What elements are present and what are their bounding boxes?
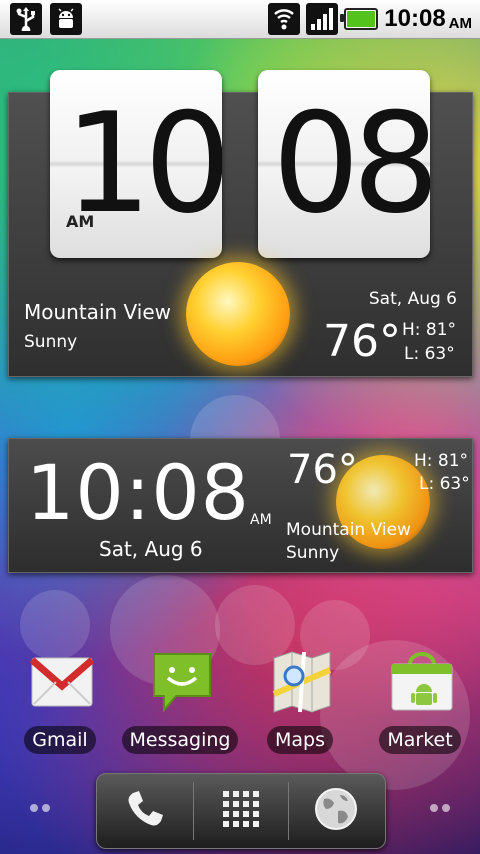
- weather-condition: Sunny: [24, 332, 78, 352]
- status-bar[interactable]: 10:08 AM: [0, 0, 480, 39]
- phone-button[interactable]: [97, 774, 193, 848]
- app-label-market: Market: [379, 726, 461, 754]
- usb-icon: [10, 3, 42, 35]
- app-label-maps: Maps: [267, 726, 333, 754]
- wifi-icon: [268, 3, 301, 35]
- digital-weather-high: H: 81°: [414, 451, 469, 471]
- android-debug-icon: [50, 3, 82, 35]
- sun-icon: [186, 262, 290, 366]
- messaging-icon: [150, 650, 214, 714]
- status-ampm: AM: [448, 15, 472, 32]
- market-icon: [390, 650, 454, 714]
- status-clock: 10:08 AM: [384, 5, 472, 33]
- flip-minute-digits: 08: [272, 83, 430, 244]
- digital-weather-condition: Sunny: [286, 543, 340, 563]
- browser-button[interactable]: [288, 774, 384, 848]
- app-shortcut-maps[interactable]: Maps: [240, 650, 360, 760]
- status-time: 10:08: [384, 5, 446, 32]
- app-label-gmail: Gmail: [24, 726, 96, 754]
- app-shortcut-gmail[interactable]: Gmail: [0, 650, 120, 760]
- flip-clock-minute[interactable]: 08: [258, 70, 430, 258]
- page-indicator-left[interactable]: [30, 804, 50, 812]
- digital-clock-time: 10:08: [26, 448, 251, 537]
- weather-city: Mountain View: [24, 300, 171, 324]
- digital-weather-low: L: 63°: [419, 474, 470, 494]
- flip-clock-ampm: AM: [66, 212, 95, 231]
- weather-date: Sat, Aug 6: [368, 289, 457, 309]
- app-label-messaging: Messaging: [121, 726, 239, 754]
- app-shortcut-messaging[interactable]: Messaging: [120, 650, 240, 760]
- launcher-dock: [96, 773, 386, 849]
- phone-icon: [123, 787, 167, 835]
- app-drawer-icon: [221, 789, 261, 833]
- page-indicator-right[interactable]: [430, 804, 450, 812]
- weather-low: L: 63°: [404, 344, 455, 364]
- digital-clock-ampm: AM: [250, 512, 272, 528]
- weather-temperature: 76°: [323, 316, 401, 367]
- digital-weather-city: Mountain View: [286, 520, 411, 540]
- app-drawer-button[interactable]: [193, 774, 289, 848]
- digital-clock-date: Sat, Aug 6: [99, 537, 203, 561]
- flip-clock-hour[interactable]: 10 AM: [50, 70, 222, 258]
- battery-icon: [340, 8, 379, 30]
- digital-weather-temperature: 76°: [287, 447, 358, 493]
- maps-icon: [270, 650, 334, 714]
- app-shortcut-market[interactable]: Market: [360, 650, 480, 760]
- weather-high: H: 81°: [402, 320, 457, 340]
- gmail-icon: [29, 650, 95, 714]
- signal-icon: [306, 3, 339, 35]
- browser-icon: [314, 787, 358, 835]
